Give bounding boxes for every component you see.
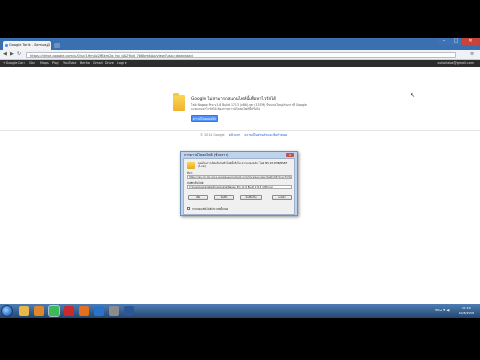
- reload-icon[interactable]: ↻: [17, 51, 21, 58]
- notice-title: Google ไม่สามารถสแกนไฟล์นี้เพื่อหาไวรัสไ…: [191, 97, 276, 102]
- save-button[interactable]: บันทึก: [214, 195, 234, 200]
- cancel-button[interactable]: ยกเลิก: [272, 195, 292, 200]
- new-tab-button[interactable]: [54, 43, 60, 48]
- menu-icon[interactable]: ≡: [470, 51, 474, 58]
- source-url-field: https://doc-0c-6o-docs.googleusercontent…: [187, 175, 292, 179]
- save-path-field[interactable]: C:\Users\sukarlaba\Downloads\Nagao Pro v…: [187, 185, 292, 189]
- google-bar-item[interactable]: Maps: [40, 60, 49, 67]
- forward-icon[interactable]: ▶: [10, 51, 14, 58]
- always-ask-label: ถามก่อนเปิดไฟล์ประเภทนี้เสมอ: [192, 206, 229, 211]
- maximize-button[interactable]: □: [450, 38, 462, 45]
- notice-body: ไฟล์ Nagao Pro v1.8 Build 1713 (x86).rar…: [191, 103, 307, 112]
- folder-icon: [173, 93, 185, 111]
- word-icon[interactable]: [124, 306, 134, 316]
- system-tray[interactable]: EN ▴ ⚑ ◀): [435, 308, 450, 312]
- save-as-button[interactable]: บันทึกเป็น: [240, 195, 262, 200]
- app-icon[interactable]: [109, 306, 119, 316]
- page-footer: © 2014 Google หน้าแรก ความเป็นส่วนตัวและ…: [200, 133, 287, 138]
- minimize-button[interactable]: –: [438, 38, 450, 45]
- start-button[interactable]: [1, 305, 13, 317]
- account-email[interactable]: sukarlaba@gmail.com: [437, 60, 474, 67]
- page-content: Google ไม่สามารถสแกนไฟล์นี้เพื่อหาไวรัสไ…: [0, 67, 480, 318]
- google-bar-item[interactable]: Lagi ▾: [117, 60, 127, 67]
- windows-taskbar: EN ▴ ⚑ ◀) 21:59 10/8/2558: [0, 304, 480, 318]
- dialog-close-button[interactable]: X: [286, 153, 294, 157]
- back-icon[interactable]: ◀: [3, 51, 7, 58]
- footer-copyright: © 2014 Google: [200, 133, 225, 137]
- dialog-body: คุณต้องการเปิดหรือบันทึกไฟล์นี้หรือไม่ ค…: [183, 158, 295, 215]
- opera-icon[interactable]: [64, 306, 74, 316]
- file-download-dialog: การดาวน์โหลดไฟล์ (ชั่วคราว) X คุณต้องการ…: [180, 151, 298, 216]
- firefox-icon[interactable]: [79, 306, 89, 316]
- photoshop-icon[interactable]: [94, 306, 104, 316]
- desktop-screen: Google Tarik - Semua D × – □ ✕ ◀ ▶ ↻ htt…: [0, 38, 480, 318]
- google-bar-item[interactable]: Berita: [80, 60, 90, 67]
- google-bar: +Google Cari Gbr Maps Play YouTube Berit…: [0, 60, 480, 67]
- media-player-icon[interactable]: [34, 306, 44, 316]
- footer-link-privacy[interactable]: ความเป็นส่วนตัวและข้อกำหนด: [244, 133, 287, 137]
- google-bar-item[interactable]: Play: [52, 60, 59, 67]
- google-bar-item[interactable]: Gbr: [29, 60, 35, 67]
- browser-toolbar: ◀ ▶ ↻ https://drive.google.com/u/0/sr/1H…: [0, 50, 480, 60]
- download-anyway-button[interactable]: ดาวน์โหลดต่อไป: [191, 115, 218, 122]
- google-bar-item[interactable]: Drive: [105, 60, 114, 67]
- tab-title: Google Tarik - Semua D: [9, 43, 51, 47]
- file-icon: [187, 162, 195, 169]
- close-window-button[interactable]: ✕: [462, 38, 479, 45]
- address-bar[interactable]: https://drive.google.com/u/0/sr/1Hm4z2fB…: [26, 51, 456, 58]
- tab-close-icon[interactable]: ×: [46, 41, 49, 50]
- google-bar-item[interactable]: YouTube: [63, 60, 76, 67]
- mouse-cursor-icon: ↖: [410, 92, 416, 99]
- browser-tab-strip: Google Tarik - Semua D × – □ ✕: [0, 38, 480, 50]
- clock[interactable]: 21:59 10/8/2558: [459, 306, 474, 315]
- chrome-icon[interactable]: [48, 305, 60, 317]
- browser-tab[interactable]: Google Tarik - Semua D ×: [3, 41, 51, 50]
- clock-date: 10/8/2558: [458, 310, 474, 315]
- drive-favicon-icon: [4, 44, 8, 47]
- divider: [0, 130, 480, 131]
- google-bar-item[interactable]: Cari: [18, 60, 25, 67]
- open-button[interactable]: เปิด: [188, 195, 208, 200]
- explorer-icon[interactable]: [19, 306, 29, 316]
- google-bar-item[interactable]: +Google: [3, 60, 17, 67]
- dialog-message: คุณต้องการเปิดหรือบันทึกไฟล์นี้หรือไม่ ค…: [198, 162, 288, 169]
- footer-link-home[interactable]: หน้าแรก: [229, 133, 241, 137]
- google-bar-item[interactable]: Gmail: [93, 60, 103, 67]
- always-ask-checkbox[interactable]: [187, 207, 190, 210]
